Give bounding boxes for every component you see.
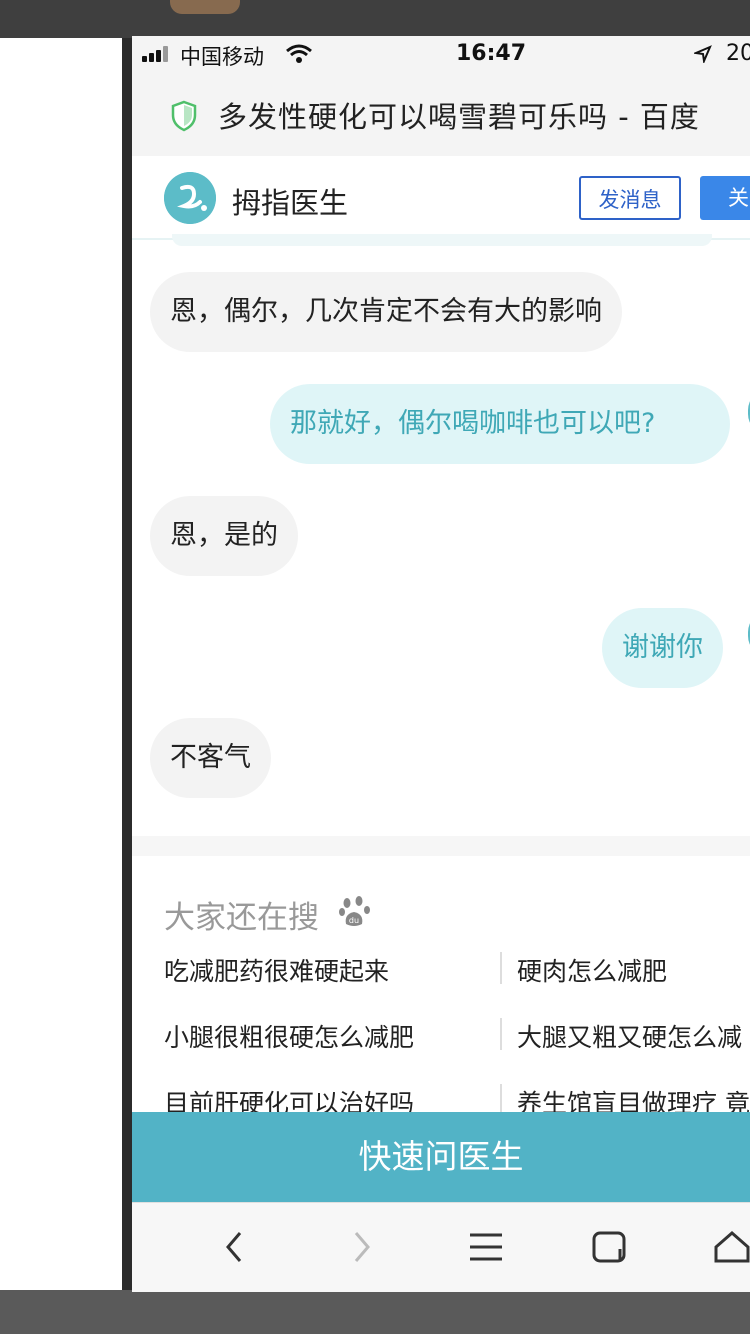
user-message: 谢谢你 [602, 608, 723, 688]
chat-thread: 恩，偶尔，几次肯定不会有大的影响 那就好，偶尔喝咖啡也可以吧? 恩，是的 谢谢你… [132, 234, 750, 836]
address-bar[interactable]: 多发性硬化可以喝雪碧可乐吗 - 百度 [132, 76, 750, 156]
related-link[interactable]: 小腿很粗很硬怎么减肥 [164, 1018, 414, 1054]
related-link[interactable]: 硬肉怎么减肥 [517, 952, 667, 988]
forward-icon[interactable] [340, 1227, 380, 1267]
home-icon[interactable] [712, 1227, 750, 1267]
status-bar: 中国移动 16:47 20 [132, 36, 750, 76]
related-link[interactable]: 大腿又粗又硬怎么减 [517, 1018, 742, 1054]
background-app-icon [170, 0, 240, 14]
clock: 16:47 [456, 41, 527, 66]
section-divider [132, 836, 750, 856]
location-arrow-icon [694, 45, 712, 63]
menu-icon[interactable] [466, 1227, 506, 1267]
column-divider [500, 1018, 502, 1050]
user-message: 那就好，偶尔喝咖啡也可以吧? [270, 384, 730, 464]
previous-bubble-fragment [172, 234, 712, 246]
screen-bottom-bar [0, 1292, 750, 1334]
related-title: 大家还在搜 [164, 900, 319, 936]
browser-toolbar [132, 1202, 750, 1292]
thumb-doctor-logo-icon [164, 172, 216, 224]
tabs-icon[interactable] [590, 1227, 630, 1267]
doctor-message: 不客气 [150, 718, 271, 798]
background-app-card[interactable] [0, 38, 122, 1290]
doctor-name: 拇指医生 [232, 186, 349, 220]
column-divider [500, 952, 502, 984]
svg-text:du: du [349, 916, 359, 925]
baidu-paw-icon: du [339, 896, 370, 926]
follow-button[interactable]: 关 [700, 176, 750, 220]
card-shadow [122, 38, 132, 1290]
background-app-strip [0, 0, 750, 40]
ask-doctor-button[interactable]: 快速问医生 [132, 1112, 750, 1202]
doctor-avatar[interactable] [164, 172, 216, 224]
page-title: 多发性硬化可以喝雪碧可乐吗 - 百度 [218, 100, 700, 134]
related-link[interactable]: 吃减肥药很难硬起来 [164, 952, 389, 988]
back-icon[interactable] [216, 1227, 256, 1267]
secure-shield-icon [171, 100, 197, 132]
wifi-icon [286, 44, 312, 63]
send-message-button[interactable]: 发消息 [579, 176, 681, 220]
doctor-message: 恩，偶尔，几次肯定不会有大的影响 [150, 272, 622, 352]
related-searches: 大家还在搜 du 吃减肥药很难硬起来 硬肉怎么减肥 小腿很粗很硬怎么减肥 大腿又… [132, 856, 750, 1118]
signal-icon [142, 46, 172, 62]
doctor-header: 拇指医生 发消息 关 [132, 156, 750, 240]
carrier-label: 中国移动 [180, 45, 264, 69]
battery-percent: 20 [726, 41, 750, 66]
doctor-message: 恩，是的 [150, 496, 298, 576]
browser-card[interactable]: 中国移动 16:47 20 多发性硬化可以喝雪碧可乐吗 - 百度 拇指医生 发消… [132, 36, 750, 1292]
